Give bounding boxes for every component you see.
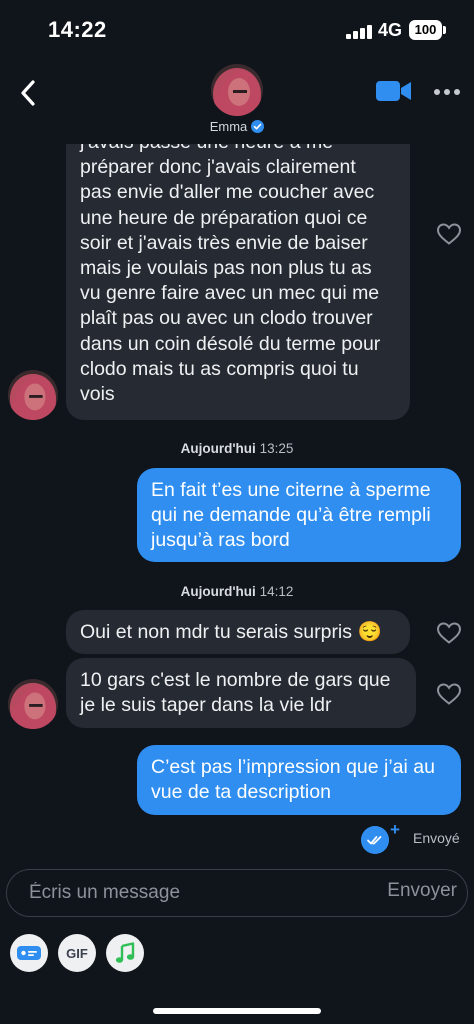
signal-icon xyxy=(346,24,372,39)
verified-badge-icon xyxy=(251,120,265,133)
more-options-icon[interactable] xyxy=(433,88,461,96)
message-line: En fait t’es une citerne à sperme xyxy=(151,479,431,501)
message-line: soir et j'avais très envie de baiser xyxy=(80,231,368,254)
message-line: C’est pas l’impression que j’ai au xyxy=(151,756,435,778)
message-line: préparer donc j'avais clairement xyxy=(80,156,356,179)
gif-label: GIF xyxy=(66,945,88,961)
contact-avatar-small[interactable] xyxy=(8,370,58,420)
back-icon[interactable] xyxy=(18,78,38,108)
timestamp-divider: Aujourd'hui 13:25 xyxy=(0,441,474,456)
sent-status-label: Envoyé xyxy=(413,830,460,846)
status-time: 14:22 xyxy=(48,17,107,42)
incoming-message-bubble[interactable]: Oui et non mdr tu serais surpris 😌 xyxy=(66,610,410,654)
chat-header: Emma xyxy=(0,62,474,144)
like-heart-icon[interactable] xyxy=(436,222,462,246)
timestamp-time: 13:25 xyxy=(259,441,294,456)
battery-icon: 100 xyxy=(409,20,442,40)
music-note-icon xyxy=(115,942,135,963)
message-line: qui ne demande qu’à être rempli xyxy=(151,504,431,527)
sticker-button[interactable] xyxy=(10,934,48,972)
music-button[interactable] xyxy=(106,934,144,972)
plus-icon: + xyxy=(390,820,400,839)
incoming-message-bubble[interactable]: j'avais passé une heure à me préparer do… xyxy=(66,144,410,420)
message-line: pas envie d'aller me coucher avec xyxy=(80,181,375,204)
message-line: vois xyxy=(80,383,115,406)
incoming-message-bubble[interactable]: 10 gars c'est le nombre de gars que je l… xyxy=(66,658,416,728)
status-bar: 14:22 4G 100 xyxy=(0,0,474,62)
gif-button[interactable]: GIF xyxy=(58,934,96,972)
contact-name: Emma xyxy=(209,119,248,134)
timestamp-time: 14:12 xyxy=(259,584,294,599)
timestamp-day: Aujourd'hui xyxy=(180,584,256,599)
message-text: Oui et non mdr tu serais surpris xyxy=(80,621,353,643)
like-heart-icon[interactable] xyxy=(436,682,462,706)
timestamp-day: Aujourd'hui xyxy=(180,441,256,456)
send-button[interactable]: Envoyer xyxy=(387,880,457,902)
message-line: une heure de préparation quoi ce xyxy=(80,206,368,229)
message-line: dans un coin désolé du terme pour xyxy=(80,332,381,355)
network-type: 4G xyxy=(378,20,403,40)
contact-avatar[interactable] xyxy=(211,64,263,116)
outgoing-message-bubble[interactable]: En fait t’es une citerne à sperme qui ne… xyxy=(137,468,461,562)
seen-check-icon xyxy=(361,826,389,854)
message-list[interactable]: j'avais passé une heure à me préparer do… xyxy=(0,144,474,856)
message-line: clodo mais tu as compris quoi tu xyxy=(80,357,359,380)
message-input[interactable] xyxy=(29,880,359,906)
home-indicator[interactable] xyxy=(153,1008,321,1014)
outgoing-message-bubble[interactable]: C’est pas l’impression que j’ai au vue d… xyxy=(137,745,461,815)
contact-avatar-small[interactable] xyxy=(8,679,58,729)
video-call-icon[interactable] xyxy=(376,79,412,103)
relieved-face-emoji: 😌 xyxy=(357,621,382,643)
message-line: mais je voulais pas non plus tu as xyxy=(80,257,372,280)
message-line: 10 gars c'est le nombre de gars que xyxy=(80,669,391,691)
like-heart-icon[interactable] xyxy=(436,621,462,645)
message-composer: Envoyer xyxy=(6,869,468,917)
message-line: vue de ta description xyxy=(151,781,331,804)
timestamp-divider: Aujourd'hui 14:12 xyxy=(0,584,474,599)
message-line: plaît pas ou avec un clodo trouver xyxy=(80,307,373,330)
message-line: Oui et non mdr tu serais surpris 😌 xyxy=(80,620,396,645)
contact-name-row[interactable]: Emma xyxy=(0,119,474,134)
sticker-card-icon xyxy=(17,946,41,960)
message-line: je le suis taper dans la vie ldr xyxy=(80,694,332,717)
battery-tip xyxy=(443,26,446,34)
message-line: vu genre faire avec un mec qui me xyxy=(80,282,380,305)
message-line: jusqu’à ras bord xyxy=(151,529,290,552)
message-line: j'avais passé une heure à me xyxy=(80,144,396,155)
